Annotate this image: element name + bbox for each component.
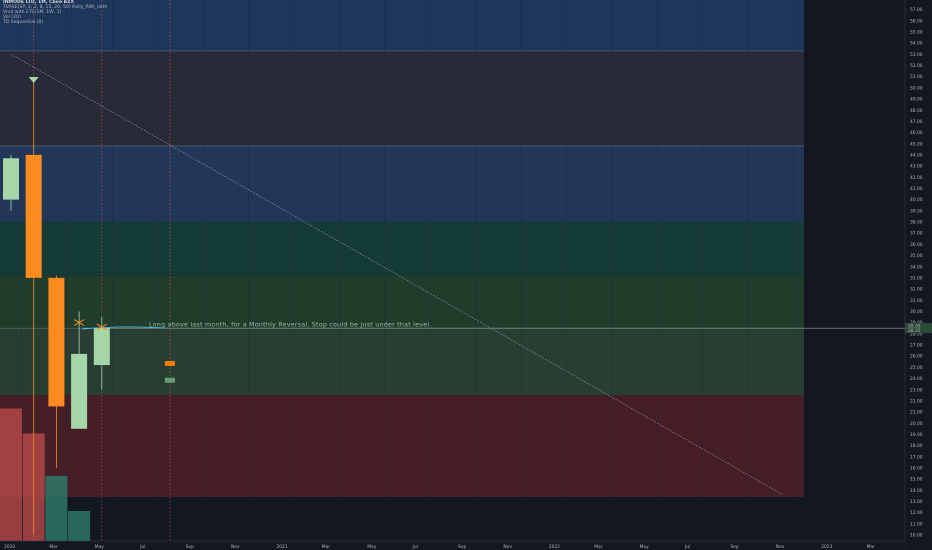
y-tick-label: 56.00 bbox=[910, 18, 923, 24]
y-tick-label: 26.00 bbox=[910, 354, 923, 360]
y-tick-label: 49.00 bbox=[910, 97, 923, 103]
y-tick-label: 45.00 bbox=[910, 141, 923, 147]
volume-bar bbox=[45, 476, 68, 541]
y-tick-label: 51.00 bbox=[910, 74, 923, 80]
y-tick-label: 18.00 bbox=[910, 443, 923, 449]
y-tick-label: 15.00 bbox=[910, 477, 923, 483]
x-tick-label: Sep bbox=[186, 544, 194, 550]
x-tick-label: 2020 bbox=[4, 544, 15, 550]
y-tick-label: 24.00 bbox=[910, 376, 923, 382]
candle-body[interactable] bbox=[25, 154, 42, 278]
y-tick-label: 17.00 bbox=[910, 454, 923, 460]
y-tick-label: 39.00 bbox=[910, 208, 923, 214]
x-tick-label: May bbox=[367, 544, 376, 550]
x-tick-label: Nov bbox=[503, 544, 512, 550]
y-tick-label: 23.00 bbox=[910, 387, 923, 393]
volume-bar bbox=[68, 511, 91, 541]
x-tick-label: May bbox=[640, 544, 649, 550]
y-tick-label: 42.00 bbox=[910, 175, 923, 181]
y-tick-label: 16.00 bbox=[910, 466, 923, 472]
y-tick-label: 34.00 bbox=[910, 264, 923, 270]
y-tick-label: 48.00 bbox=[910, 108, 923, 114]
x-axis-panel bbox=[0, 541, 905, 550]
zone-band-6 bbox=[0, 328, 804, 396]
y-tick-label: 22.00 bbox=[910, 398, 923, 404]
y-tick-label: 47.00 bbox=[910, 119, 923, 125]
y-tick-label: 44.00 bbox=[910, 152, 923, 158]
x-tick-label: Mar bbox=[867, 544, 875, 550]
y-tick-label: 38.00 bbox=[910, 220, 923, 226]
candle-body[interactable] bbox=[71, 353, 88, 429]
y-tick-label: 37.00 bbox=[910, 231, 923, 237]
y-tick-label: 31.00 bbox=[910, 298, 923, 304]
volume-bar bbox=[0, 408, 22, 541]
zone-band-1 bbox=[0, 0, 804, 51]
y-tick-label: 55.00 bbox=[910, 30, 923, 36]
y-tick-label: 52.00 bbox=[910, 63, 923, 69]
green-flag[interactable] bbox=[164, 377, 175, 383]
x-tick-label: Mar bbox=[322, 544, 330, 550]
x-tick-label: 2023 bbox=[821, 544, 832, 550]
zone-band-2 bbox=[0, 50, 804, 146]
y-tick-label: 27.00 bbox=[910, 343, 923, 349]
x-tick-label: Jul bbox=[684, 544, 690, 550]
last-price-sub: 28.35 bbox=[908, 328, 921, 334]
y-tick-label: 54.00 bbox=[910, 41, 923, 47]
x-tick-label: Mar bbox=[49, 544, 57, 550]
orange-flag[interactable] bbox=[164, 360, 175, 366]
x-tick-label: Jul bbox=[412, 544, 418, 550]
y-tick-label: 40.00 bbox=[910, 197, 923, 203]
price-chart[interactable]: Long above last month, for a Monthly Rev… bbox=[0, 0, 932, 550]
candle-body[interactable] bbox=[3, 158, 19, 200]
x-tick-label: Sep bbox=[730, 544, 738, 550]
y-tick-label: 32.00 bbox=[910, 287, 923, 293]
y-tick-label: 13.00 bbox=[910, 499, 923, 505]
x-tick-label: May bbox=[95, 544, 104, 550]
y-tick-label: 10.00 bbox=[910, 533, 923, 539]
y-tick-label: 30.00 bbox=[910, 309, 923, 315]
zone-band-7 bbox=[0, 395, 804, 497]
y-tick-label: 53.00 bbox=[910, 52, 923, 58]
y-tick-label: 21.00 bbox=[910, 410, 923, 416]
zone-band-4 bbox=[0, 221, 804, 276]
legend-td-sequential[interactable]: TD Sequential (0) bbox=[3, 20, 43, 25]
x-tick-label: Nov bbox=[776, 544, 785, 550]
y-tick-label: 57.00 bbox=[910, 7, 923, 13]
y-tick-label: 11.00 bbox=[910, 521, 923, 527]
x-tick-label: Sep bbox=[458, 544, 466, 550]
y-tick-label: 43.00 bbox=[910, 164, 923, 170]
y-tick-label: 20.00 bbox=[910, 421, 923, 427]
x-tick-label: Nov bbox=[231, 544, 240, 550]
y-tick-label: 33.00 bbox=[910, 275, 923, 281]
y-tick-label: 12.00 bbox=[910, 510, 923, 516]
y-tick-label: 46.00 bbox=[910, 130, 923, 136]
y-tick-label: 19.00 bbox=[910, 432, 923, 438]
annotation-text[interactable]: Long above last month, for a Monthly Rev… bbox=[149, 321, 432, 329]
y-tick-label: 50.00 bbox=[910, 85, 923, 91]
y-tick-label: 25.00 bbox=[910, 365, 923, 371]
y-tick-label: 35.00 bbox=[910, 253, 923, 259]
zone-band-3 bbox=[0, 145, 804, 222]
x-tick-label: Mar bbox=[594, 544, 602, 550]
y-tick-label: 41.00 bbox=[910, 186, 923, 192]
candle-body[interactable] bbox=[93, 328, 110, 366]
x-tick-label: 2021 bbox=[276, 544, 287, 550]
candle-body[interactable] bbox=[48, 277, 65, 407]
y-tick-label: 14.00 bbox=[910, 488, 923, 494]
y-tick-label: 36.00 bbox=[910, 242, 923, 248]
x-tick-label: 2022 bbox=[549, 544, 560, 550]
x-tick-label: Jul bbox=[139, 544, 145, 550]
